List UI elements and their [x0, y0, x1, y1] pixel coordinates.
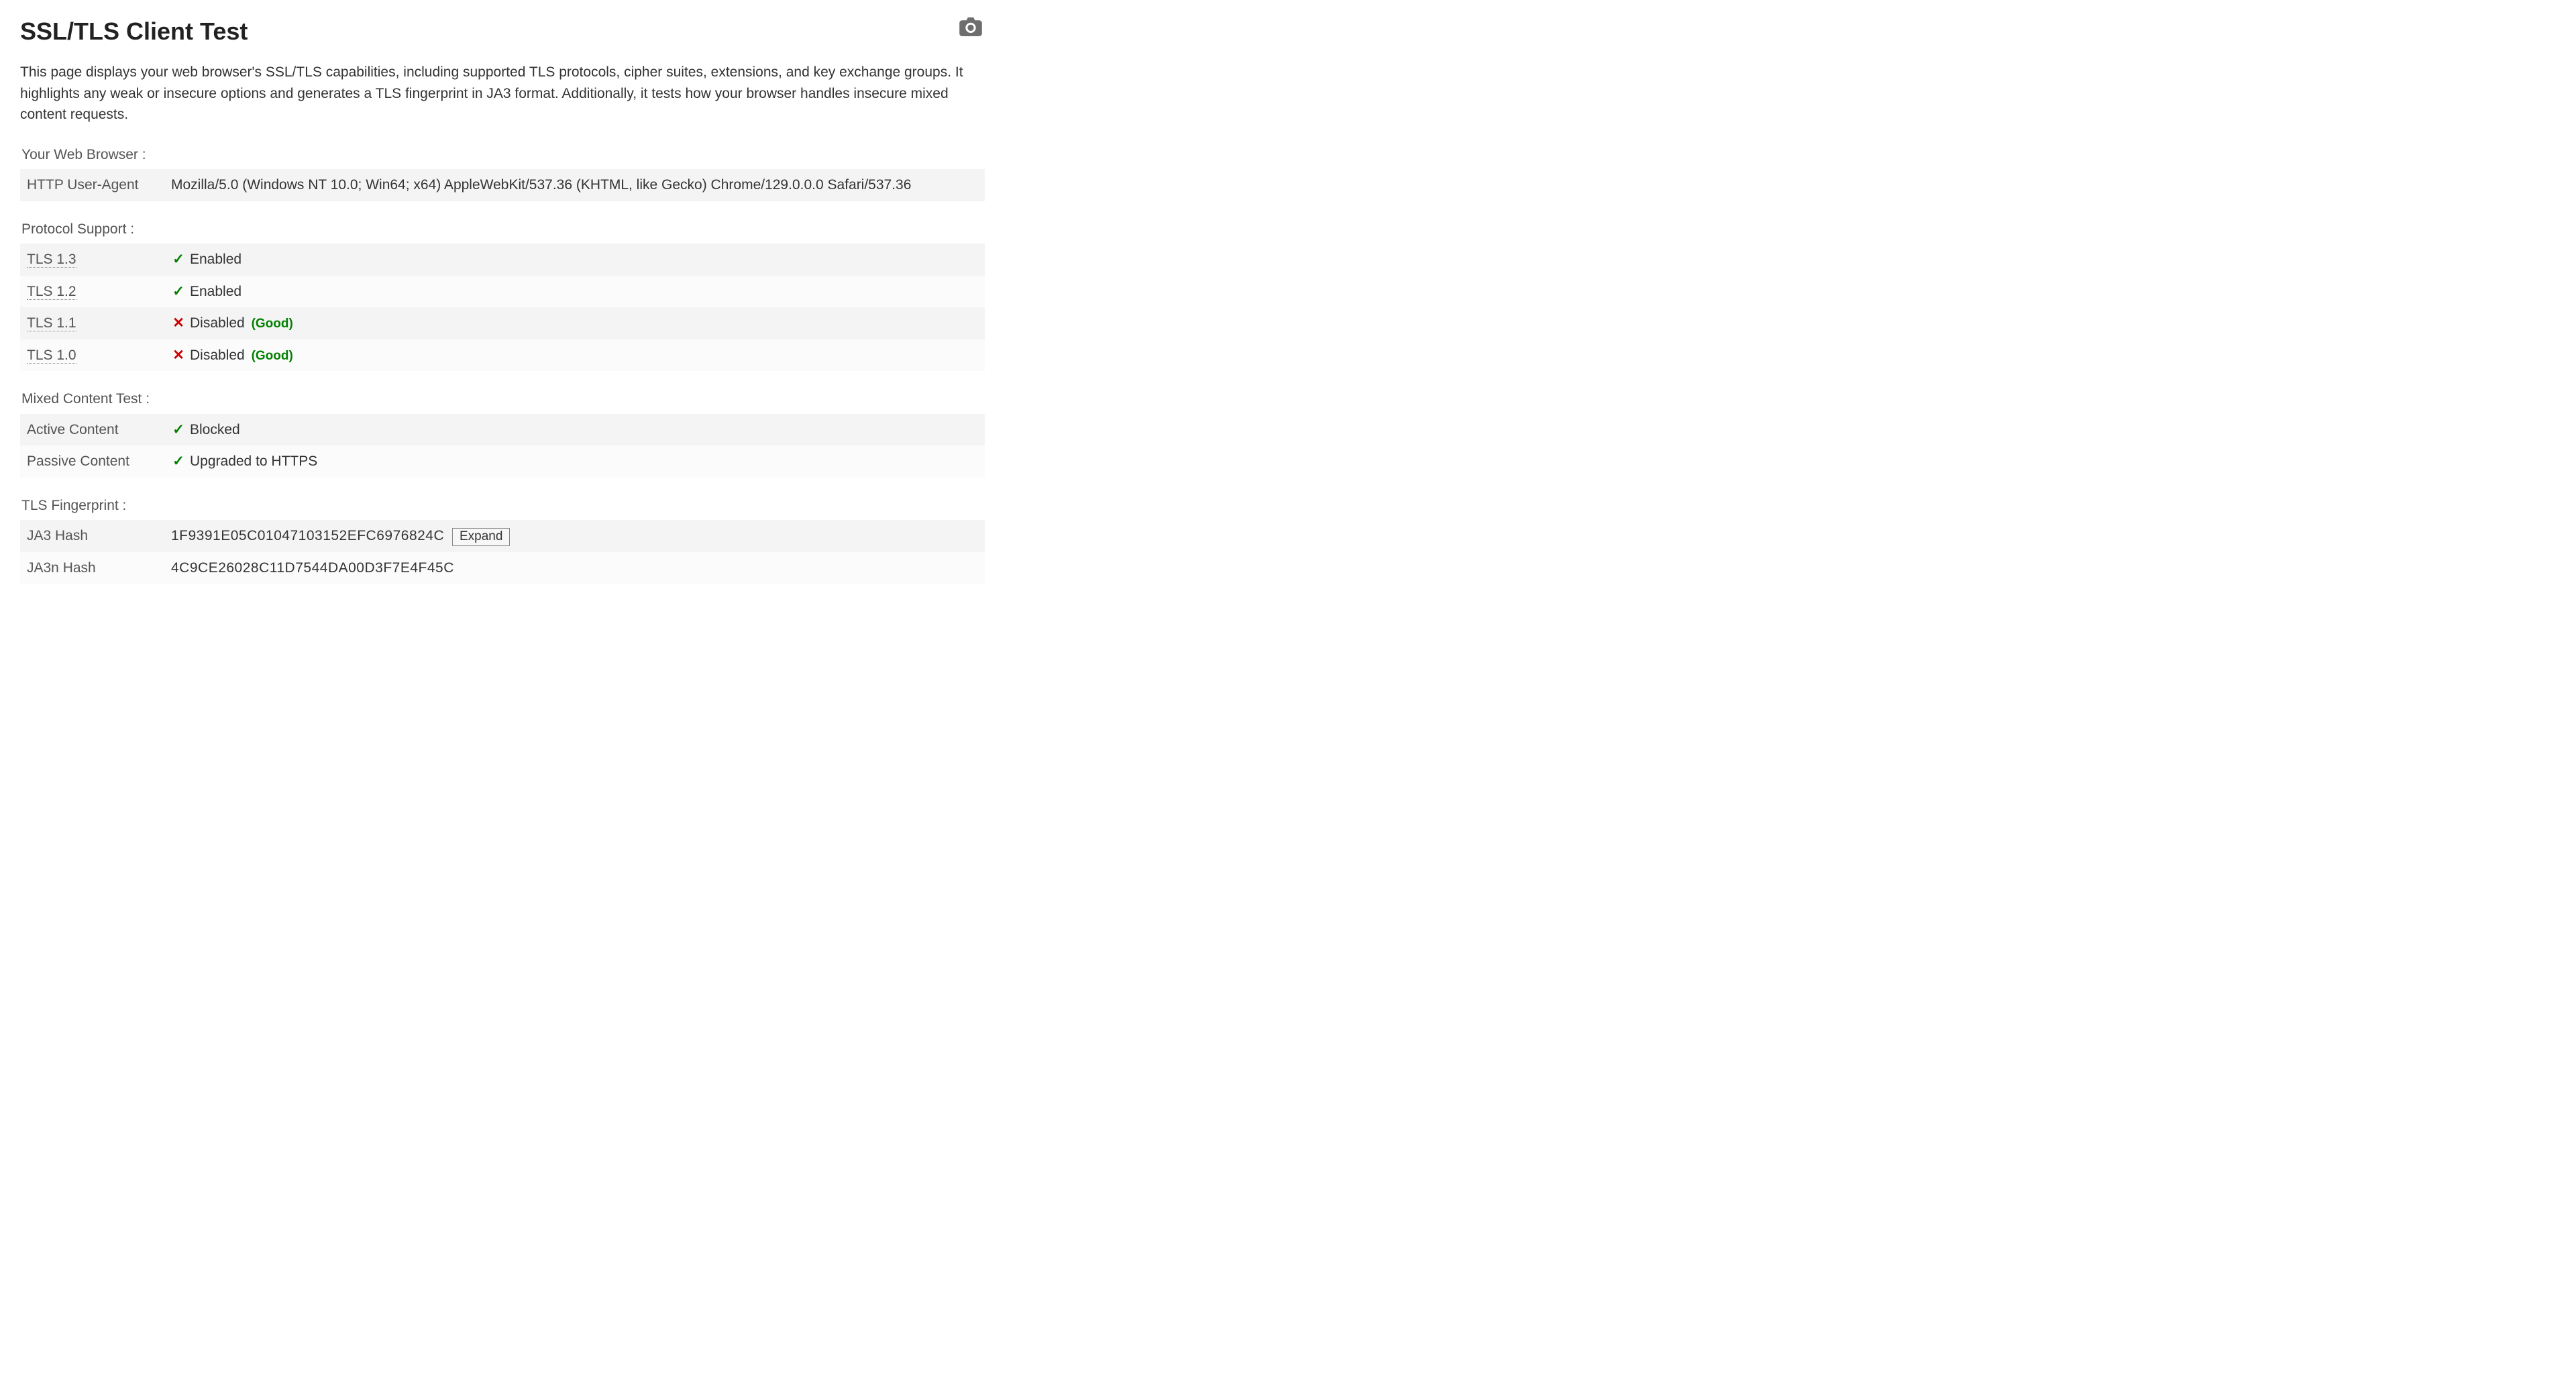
fingerprint-table: JA3 Hash 1F9391E05C01047103152EFC6976824… — [20, 520, 985, 584]
check-icon: ✓ — [171, 419, 186, 441]
good-note: (Good) — [252, 317, 293, 331]
row-value: Mozilla/5.0 (Windows NT 10.0; Win64; x64… — [164, 169, 985, 201]
protocol-table: TLS 1.3 ✓Enabled TLS 1.2 ✓Enabled TLS 1.… — [20, 244, 985, 371]
browser-table: HTTP User-Agent Mozilla/5.0 (Windows NT … — [20, 169, 985, 201]
row-label: HTTP User-Agent — [20, 169, 164, 201]
table-row: TLS 1.1 ✕Disabled (Good) — [20, 307, 985, 339]
row-label[interactable]: TLS 1.1 — [20, 307, 164, 339]
row-value: ✕Disabled (Good) — [164, 339, 985, 372]
row-label[interactable]: TLS 1.2 — [20, 276, 164, 308]
table-row: TLS 1.2 ✓Enabled — [20, 276, 985, 308]
table-row: Active Content ✓Blocked — [20, 414, 985, 446]
row-label[interactable]: TLS 1.3 — [20, 244, 164, 276]
table-row: JA3n Hash 4C9CE26028C11D7544DA00D3F7E4F4… — [20, 552, 985, 584]
section-heading-mixed: Mixed Content Test : — [21, 388, 985, 410]
table-row: Passive Content ✓Upgraded to HTTPS — [20, 445, 985, 478]
row-label: Active Content — [20, 414, 164, 446]
intro-text: This page displays your web browser's SS… — [20, 62, 985, 125]
row-value: ✓Blocked — [164, 414, 985, 446]
row-label[interactable]: TLS 1.0 — [20, 339, 164, 372]
row-label: JA3n Hash — [20, 552, 164, 584]
check-icon: ✓ — [171, 281, 186, 303]
row-value: ✓Upgraded to HTTPS — [164, 445, 985, 478]
check-icon: ✓ — [171, 451, 186, 472]
section-heading-protocol: Protocol Support : — [21, 219, 985, 240]
row-label: Passive Content — [20, 445, 164, 478]
row-value: 1F9391E05C01047103152EFC6976824C Expand — [164, 520, 985, 552]
good-note: (Good) — [252, 349, 293, 363]
check-icon: ✓ — [171, 249, 186, 270]
row-value: 4C9CE26028C11D7544DA00D3F7E4F45C — [164, 552, 985, 584]
table-row: TLS 1.3 ✓Enabled — [20, 244, 985, 276]
section-heading-fingerprint: TLS Fingerprint : — [21, 495, 985, 517]
row-label: JA3 Hash — [20, 520, 164, 552]
row-value: ✓Enabled — [164, 244, 985, 276]
mixed-table: Active Content ✓Blocked Passive Content … — [20, 414, 985, 478]
section-heading-browser: Your Web Browser : — [21, 144, 985, 166]
expand-button[interactable]: Expand — [452, 528, 510, 546]
table-row: TLS 1.0 ✕Disabled (Good) — [20, 339, 985, 372]
table-row: JA3 Hash 1F9391E05C01047103152EFC6976824… — [20, 520, 985, 552]
screenshot-icon[interactable] — [959, 17, 982, 36]
page-title: SSL/TLS Client Test — [20, 13, 248, 50]
cross-icon: ✕ — [171, 313, 186, 334]
table-row: HTTP User-Agent Mozilla/5.0 (Windows NT … — [20, 169, 985, 201]
cross-icon: ✕ — [171, 345, 186, 366]
row-value: ✕Disabled (Good) — [164, 307, 985, 339]
row-value: ✓Enabled — [164, 276, 985, 308]
